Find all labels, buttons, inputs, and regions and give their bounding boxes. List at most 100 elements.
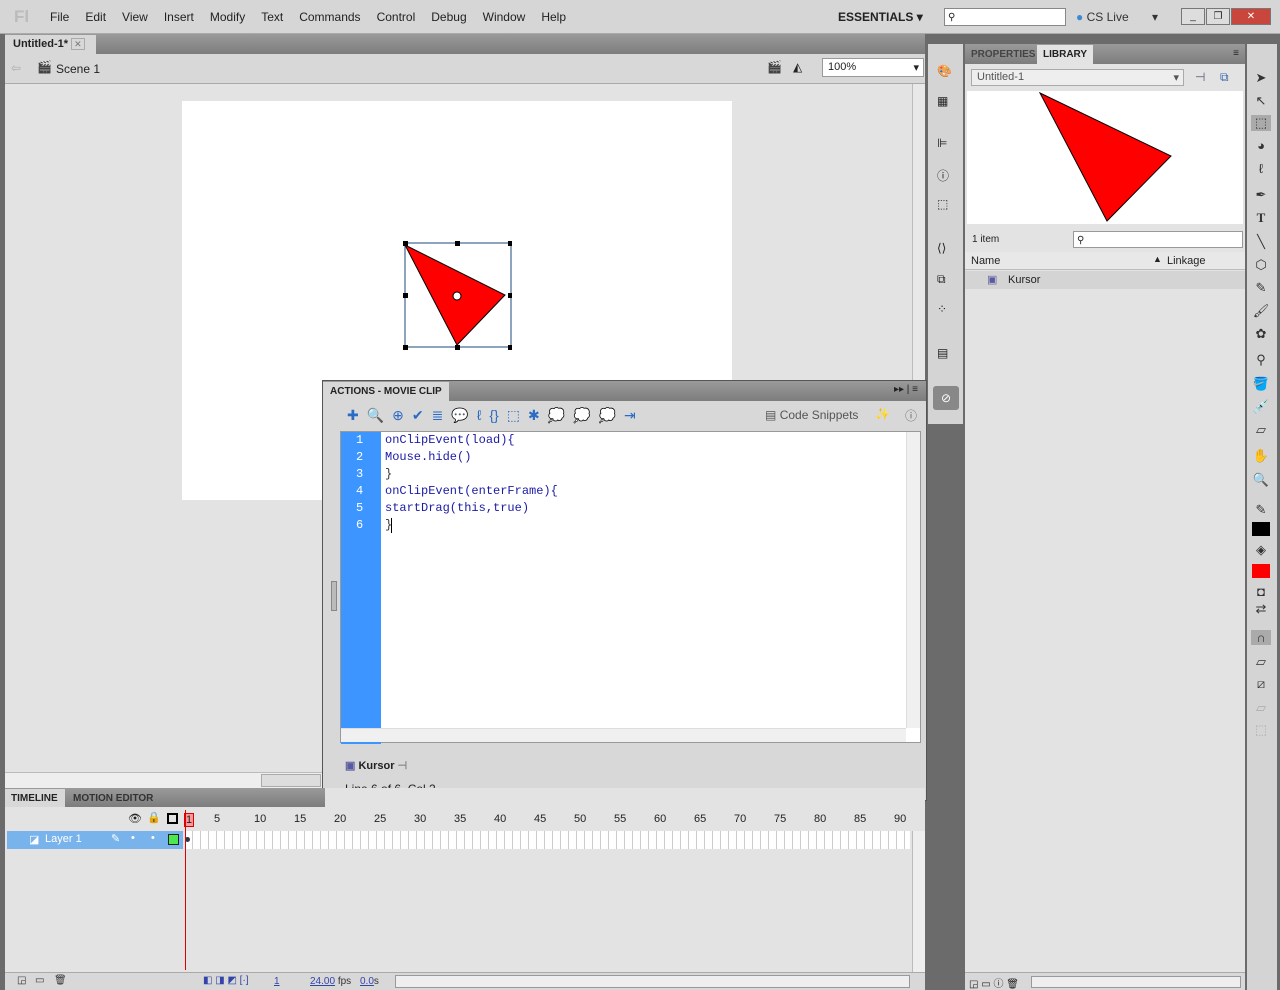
movie-explorer-icon[interactable]: ▤ [937, 346, 948, 360]
timeline-horizontal-scrollbar[interactable] [395, 975, 910, 988]
black-white-icon[interactable]: ◘ [1251, 584, 1271, 599]
menu-commands[interactable]: Commands [299, 10, 360, 24]
kursor-instance[interactable] [400, 239, 512, 351]
workspace-switcher[interactable]: ESSENTIALS ▾ [838, 10, 923, 24]
timeline-vertical-scrollbar[interactable] [912, 831, 925, 972]
help-icon[interactable]: ⓘ [905, 407, 917, 424]
column-name[interactable]: Name [971, 255, 1000, 267]
components-icon[interactable]: ⧉ [937, 272, 946, 287]
zoom-select[interactable]: 100% ▾ [822, 58, 924, 77]
new-folder-icon[interactable]: ▭ [35, 975, 44, 986]
editor-horizontal-scrollbar[interactable] [341, 728, 906, 742]
smooth-icon[interactable]: ⏥ [1251, 654, 1271, 670]
straighten-icon[interactable]: ⧄ [1251, 676, 1271, 692]
stroke-color-swatch[interactable] [1252, 522, 1270, 536]
scroll-thumb[interactable] [261, 774, 321, 787]
menu-text[interactable]: Text [261, 10, 283, 24]
check-syntax-icon[interactable]: ✔ [412, 407, 424, 424]
fill-color-icon[interactable]: ◈ [1251, 542, 1271, 558]
zoom-tool-icon[interactable]: 🔍 [1251, 472, 1271, 488]
eraser-tool-icon[interactable]: ▱ [1251, 422, 1271, 438]
transform-icon[interactable]: ⬚ [937, 197, 948, 211]
panel-menu-icon[interactable]: ▸▸ | ≡ [894, 384, 918, 395]
brush-tool-icon[interactable]: 🖌 [1251, 303, 1271, 319]
tab-motion-editor[interactable]: MOTION EDITOR [67, 789, 159, 808]
tab-library[interactable]: LIBRARY [1037, 45, 1094, 64]
pencil-tool-icon[interactable]: ✎ [1251, 280, 1271, 296]
new-symbol-icon[interactable]: ◲ ▭ ⓘ 🗑 [969, 979, 1019, 990]
pen-tool-icon[interactable]: ✒ [1251, 187, 1271, 203]
eye-icon[interactable]: 👁 [128, 812, 142, 825]
edit-scene-icon[interactable]: 🎬 [767, 60, 782, 74]
library-horizontal-scrollbar[interactable] [1031, 976, 1241, 988]
menu-debug[interactable]: Debug [431, 10, 466, 24]
find-icon[interactable]: 🔍 [367, 407, 384, 424]
swap-colors-icon[interactable]: ⇄ [1251, 601, 1271, 617]
target-path-icon[interactable]: ⊕ [392, 407, 404, 424]
deco-tool-icon[interactable]: ✿ [1251, 326, 1271, 342]
code-hint-icon[interactable]: 💬 [451, 407, 468, 424]
3d-rotation-tool-icon[interactable]: ◕ [1251, 138, 1271, 153]
help-search-input[interactable]: ⚲ [944, 8, 1066, 26]
menu-help[interactable]: Help [541, 10, 566, 24]
restore-button[interactable]: ❐ [1206, 8, 1230, 25]
back-arrow-icon[interactable]: ⇦ [11, 61, 21, 75]
edit-symbols-icon[interactable]: ◭ [793, 60, 802, 74]
magic-wand-icon[interactable]: ✨ [875, 407, 890, 421]
frame-rate[interactable]: 24.00 [310, 976, 335, 987]
selection-tool-icon[interactable]: ➤ [1251, 70, 1271, 86]
new-layer-icon[interactable]: ◲ [17, 975, 26, 986]
lock-dot[interactable]: • [151, 832, 155, 844]
collapse-braces-icon[interactable]: {} [489, 407, 498, 424]
outline-icon[interactable] [167, 813, 178, 824]
block-comment-icon[interactable]: 💭 [548, 407, 565, 424]
cs-live-button[interactable]: ● CS Live ▾ [1076, 10, 1158, 24]
new-library-panel-icon[interactable]: ⧉ [1220, 70, 1229, 85]
editor-vertical-scrollbar[interactable] [906, 432, 920, 728]
outline-color-swatch[interactable] [168, 834, 179, 845]
script-assist-icon[interactable]: ⇥ [624, 407, 636, 424]
close-tab-icon[interactable]: ✕ [71, 38, 85, 50]
stage-horizontal-scrollbar[interactable] [5, 772, 325, 788]
line-tool-icon[interactable]: ╲ [1251, 234, 1271, 250]
pin-library-icon[interactable]: ⊣ [1195, 70, 1205, 84]
playhead[interactable] [185, 810, 186, 970]
color-icon[interactable]: 🎨 [937, 64, 952, 78]
layer-row[interactable]: ◪ Layer 1 ✎ • • [7, 831, 183, 849]
snap-to-objects-icon[interactable]: ∩ [1251, 630, 1271, 645]
scene-label[interactable]: Scene 1 [56, 62, 100, 76]
paint-bucket-tool-icon[interactable]: 🪣 [1251, 376, 1271, 392]
menu-file[interactable]: File [50, 10, 69, 24]
expand-all-icon[interactable]: ✱ [528, 407, 540, 424]
menu-view[interactable]: View [122, 10, 148, 24]
menu-edit[interactable]: Edit [85, 10, 106, 24]
sort-arrow-icon[interactable]: ▲ [1153, 254, 1162, 264]
free-transform-tool-icon[interactable]: ⬚ [1251, 115, 1271, 131]
code-snippets-button[interactable]: ▤ Code Snippets [765, 408, 858, 422]
debug-options-icon[interactable]: ℓ [477, 407, 482, 424]
lasso-tool-icon[interactable]: ℓ [1251, 161, 1271, 176]
line-comment-icon[interactable]: 💭 [573, 407, 590, 424]
fill-color-swatch[interactable] [1252, 564, 1270, 578]
frame-cells[interactable] [185, 831, 910, 849]
onion-skin-icons[interactable]: ◧ ◨ ◩ [·] [203, 975, 249, 986]
collapse-selection-icon[interactable]: ⬚ [507, 407, 520, 424]
menu-insert[interactable]: Insert [164, 10, 194, 24]
lock-icon[interactable]: 🔒 [147, 811, 161, 824]
menu-window[interactable]: Window [483, 10, 526, 24]
visibility-dot[interactable]: • [131, 832, 135, 844]
pin-script-icon[interactable]: ⊣ [398, 760, 408, 772]
script-editor[interactable]: 1 2 3 4 5 6 onClipEvent(load){ Mouse.hid… [340, 431, 921, 744]
minimize-button[interactable]: _ [1181, 8, 1205, 25]
bone-tool-icon[interactable]: ⚲ [1251, 352, 1271, 368]
tab-timeline[interactable]: TIMELINE [5, 789, 65, 807]
motion-presets-icon[interactable]: ⁘ [937, 302, 947, 316]
uncomment-icon[interactable]: 💭 [599, 407, 616, 424]
actions-icon[interactable]: ⟨⟩ [937, 241, 946, 255]
column-linkage[interactable]: Linkage [1167, 255, 1206, 267]
rectangle-tool-icon[interactable]: ⬡ [1251, 257, 1271, 273]
hand-tool-icon[interactable]: ✋ [1251, 448, 1271, 464]
close-button[interactable]: ✕ [1231, 8, 1271, 25]
library-item[interactable]: ▣ Kursor [965, 271, 1245, 289]
panel-menu-icon[interactable]: ≡ [1233, 48, 1239, 59]
